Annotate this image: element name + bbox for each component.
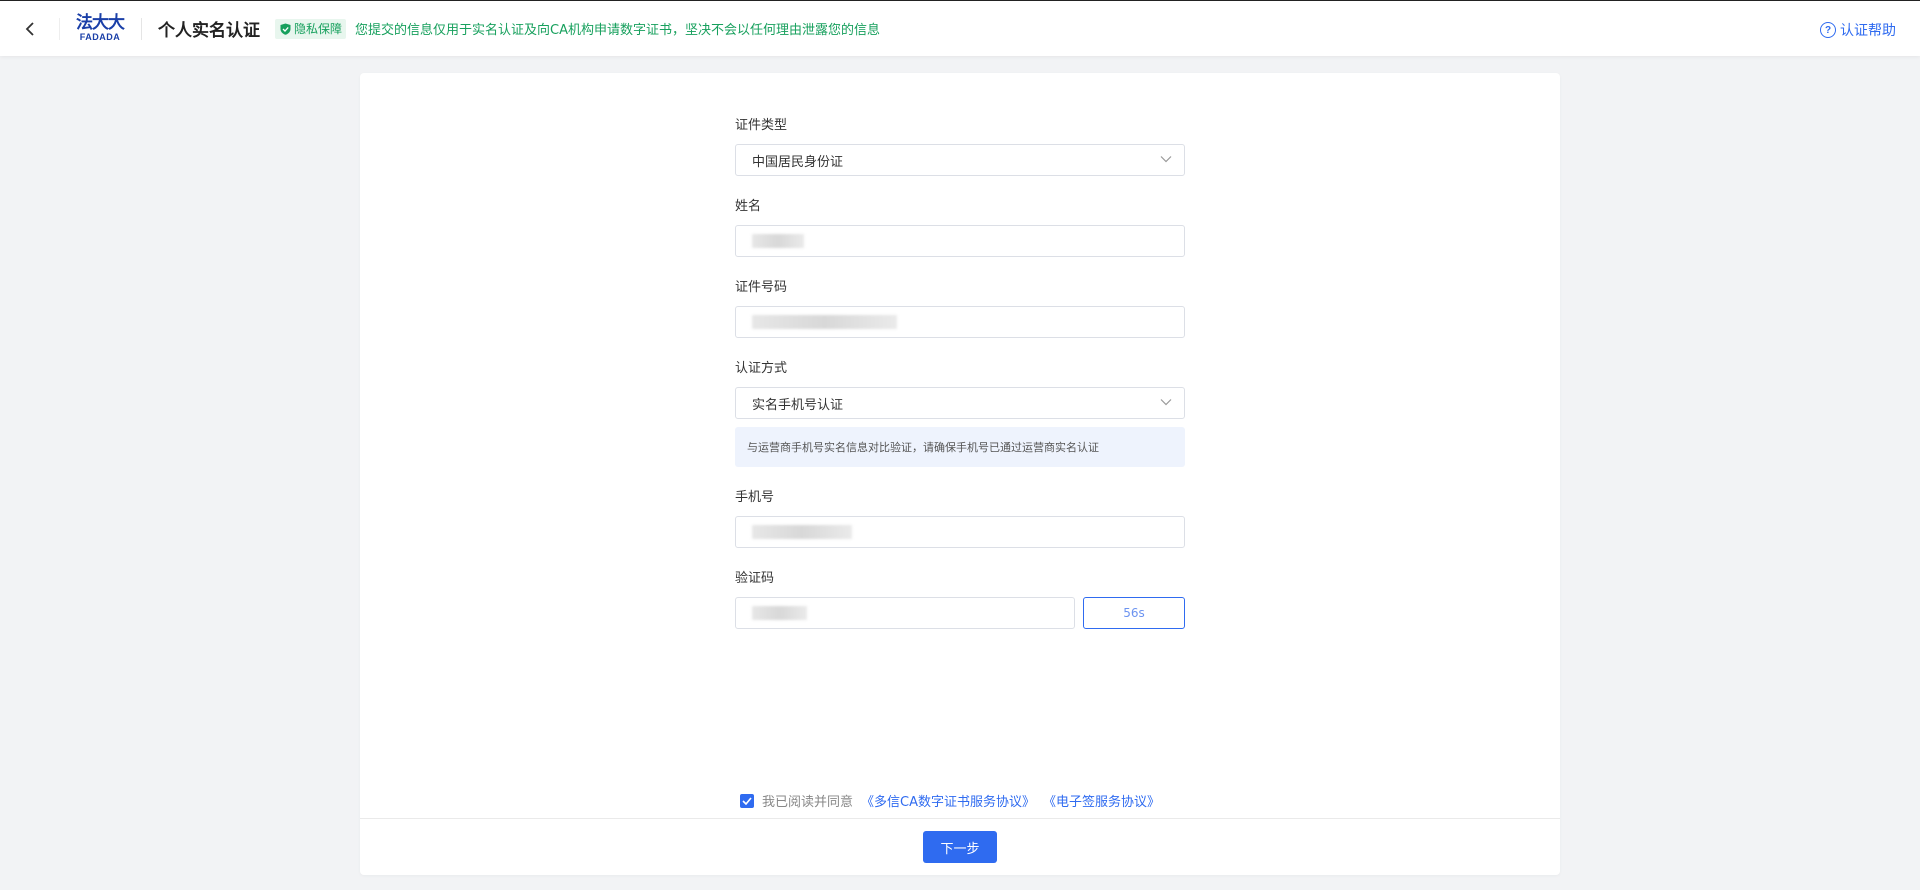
agreement-text: 我已阅读并同意 bbox=[762, 795, 854, 810]
code-label: 验证码 bbox=[735, 571, 775, 586]
auth-method-value: 实名手机号认证 bbox=[752, 397, 844, 413]
agreement-row: 我已阅读并同意 《多信CA数字证书服务协议》 《电子签服务协议》 bbox=[740, 791, 1160, 810]
auth-method-label: 认证方式 bbox=[735, 361, 788, 376]
shield-check-icon bbox=[280, 23, 291, 35]
next-step-button[interactable]: 下一步 bbox=[923, 831, 997, 863]
auth-method-select[interactable]: 实名手机号认证 bbox=[735, 387, 1185, 419]
verification-form: 证件类型 中国居民身份证 姓名 证件号码 认证方式 实名手机号认证 与运营商手机… bbox=[735, 117, 1185, 651]
esign-agreement-link[interactable]: 《电子签服务协议》 bbox=[1043, 791, 1160, 810]
privacy-badge: 隐私保障 bbox=[275, 18, 347, 39]
name-label: 姓名 bbox=[735, 199, 762, 214]
field-id-number: 证件号码 bbox=[735, 279, 1185, 338]
verification-code-input[interactable] bbox=[735, 597, 1075, 629]
field-id-type: 证件类型 中国居民身份证 bbox=[735, 117, 1185, 176]
check-icon bbox=[742, 796, 752, 805]
name-input[interactable] bbox=[735, 225, 1185, 257]
logo-cn-text: 法大大 bbox=[76, 13, 125, 33]
id-type-select[interactable]: 中国居民身份证 bbox=[735, 144, 1185, 176]
field-code: 验证码 56s bbox=[735, 570, 1185, 629]
id-type-label: 证件类型 bbox=[735, 118, 788, 133]
ca-agreement-link[interactable]: 《多信CA数字证书服务协议》 bbox=[861, 791, 1035, 810]
agreement-checkbox[interactable] bbox=[740, 793, 754, 808]
back-button[interactable] bbox=[0, 17, 60, 40]
field-auth-method: 认证方式 实名手机号认证 与运营商手机号实名信息对比验证，请确保手机号已通过运营… bbox=[735, 360, 1185, 467]
id-number-input[interactable] bbox=[735, 306, 1185, 338]
chevron-left-icon bbox=[25, 21, 34, 36]
help-label: 认证帮助 bbox=[1840, 23, 1896, 39]
chevron-down-icon bbox=[1160, 155, 1172, 163]
masked-name-value bbox=[752, 234, 804, 248]
top-header: 法大大 FADADA 个人实名认证 隐私保障 您提交的信息仅用于实名认证及向CA… bbox=[0, 0, 1920, 56]
phone-input[interactable] bbox=[735, 516, 1185, 548]
privacy-notice: 您提交的信息仅用于实名认证及向CA机构申请数字证书，坚决不会以任何理由泄露您的信… bbox=[355, 23, 880, 38]
code-row: 56s bbox=[735, 597, 1185, 629]
question-circle-icon: ? bbox=[1820, 22, 1836, 38]
logo-en-text: FADADA bbox=[79, 32, 121, 42]
brand-logo: 法大大 FADADA bbox=[75, 14, 125, 44]
help-link[interactable]: ? 认证帮助 bbox=[1820, 20, 1896, 40]
page-title: 个人实名认证 bbox=[158, 21, 260, 41]
verification-card: 证件类型 中国居民身份证 姓名 证件号码 认证方式 实名手机号认证 与运营商手机… bbox=[360, 73, 1560, 875]
masked-phone-value bbox=[752, 525, 852, 539]
auth-method-hint: 与运营商手机号实名信息对比验证，请确保手机号已通过运营商实名认证 bbox=[735, 427, 1185, 467]
footer-divider bbox=[360, 818, 1560, 819]
phone-label: 手机号 bbox=[735, 490, 775, 505]
header-divider bbox=[141, 17, 142, 40]
field-name: 姓名 bbox=[735, 198, 1185, 257]
masked-id-number-value bbox=[752, 315, 897, 329]
field-phone: 手机号 bbox=[735, 489, 1185, 548]
masked-code-value bbox=[752, 606, 807, 620]
chevron-down-icon bbox=[1160, 398, 1172, 406]
id-type-value: 中国居民身份证 bbox=[752, 154, 844, 170]
resend-code-countdown-button[interactable]: 56s bbox=[1083, 597, 1185, 629]
id-number-label: 证件号码 bbox=[735, 280, 788, 295]
privacy-badge-label: 隐私保障 bbox=[294, 22, 343, 36]
